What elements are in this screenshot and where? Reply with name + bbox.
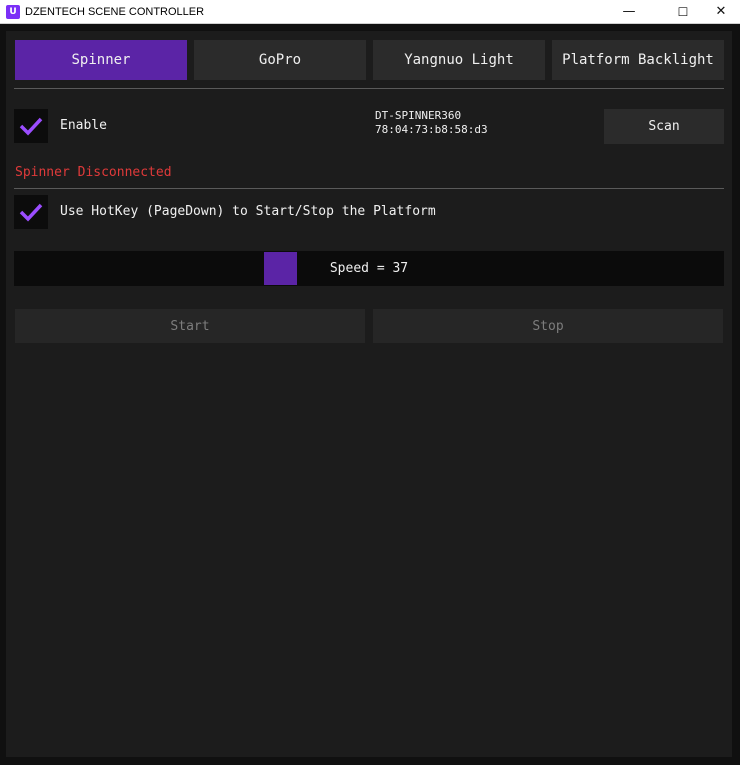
close-button[interactable]: ✕ <box>698 0 740 24</box>
tab-yangnuo-light[interactable]: Yangnuo Light <box>373 40 545 80</box>
check-icon <box>19 117 43 136</box>
scan-button[interactable]: Scan <box>604 109 724 144</box>
device-name: DT-SPINNER360 <box>375 109 462 122</box>
divider <box>14 188 724 189</box>
tab-gopro[interactable]: GoPro <box>194 40 366 80</box>
title-bar: U DZENTECH SCENE CONTROLLER — ☐ ✕ <box>0 0 740 24</box>
hotkey-label: Use HotKey (PageDown) to Start/Stop the … <box>60 204 436 219</box>
hotkey-checkbox[interactable] <box>14 195 48 229</box>
device-mac-address: 78:04:73:b8:58:d3 <box>375 123 488 136</box>
window-title: DZENTECH SCENE CONTROLLER <box>25 6 205 18</box>
app-logo-icon: U <box>6 5 20 19</box>
speed-label: Speed = 37 <box>329 261 409 276</box>
device-info: DT-SPINNER360 78:04:73:b8:58:d3 <box>375 109 488 137</box>
divider <box>14 88 724 89</box>
stop-button[interactable]: Stop <box>373 309 723 343</box>
start-button[interactable]: Start <box>15 309 365 343</box>
speed-slider[interactable]: Speed = 37 <box>14 251 724 286</box>
enable-label: Enable <box>60 118 107 133</box>
main-panel: Spinner GoPro Yangnuo Light Platform Bac… <box>6 31 732 757</box>
enable-checkbox[interactable] <box>14 109 48 143</box>
tab-platform-backlight[interactable]: Platform Backlight <box>552 40 724 80</box>
minimize-button[interactable]: — <box>606 0 652 24</box>
check-icon <box>19 203 43 222</box>
connection-status: Spinner Disconnected <box>15 165 172 180</box>
tab-spinner[interactable]: Spinner <box>15 40 187 80</box>
